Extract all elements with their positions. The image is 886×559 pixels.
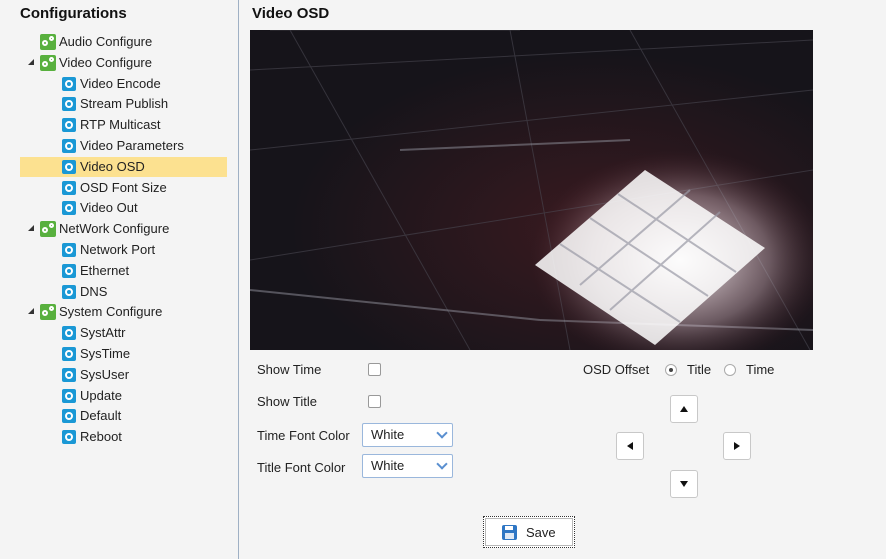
gear-icon bbox=[62, 409, 76, 423]
gear-icon bbox=[62, 243, 76, 257]
offset-up-button[interactable] bbox=[670, 395, 698, 423]
gear-icon bbox=[62, 368, 76, 382]
gears-icon bbox=[40, 34, 56, 50]
time-font-color-select[interactable]: White bbox=[362, 423, 453, 447]
sidebar-item-label: Reboot bbox=[80, 429, 122, 444]
offset-left-button[interactable] bbox=[616, 432, 644, 460]
gear-icon bbox=[62, 326, 76, 340]
title-font-color-select[interactable]: White bbox=[362, 454, 453, 478]
sidebar-item-label: System Configure bbox=[59, 304, 163, 319]
offset-right-button[interactable] bbox=[723, 432, 751, 460]
gear-icon bbox=[62, 285, 76, 299]
gear-icon bbox=[62, 97, 76, 111]
sidebar-item-label: NetWork Configure bbox=[59, 221, 170, 236]
sidebar-item-dns[interactable]: DNS bbox=[0, 282, 230, 302]
gear-icon bbox=[62, 181, 76, 195]
arrow-left-icon bbox=[627, 442, 633, 450]
chevron-down-icon bbox=[436, 427, 448, 439]
sidebar-item-network-configure[interactable]: NetWork Configure bbox=[0, 219, 230, 239]
sidebar-item-label: SystAttr bbox=[80, 325, 126, 340]
arrow-right-icon bbox=[734, 442, 740, 450]
gear-icon bbox=[62, 77, 76, 91]
sidebar-item-video-configure[interactable]: Video Configure bbox=[0, 53, 230, 73]
sidebar-item-label: DNS bbox=[80, 284, 108, 299]
show-time-checkbox[interactable] bbox=[368, 363, 381, 376]
sidebar-item-label: Stream Publish bbox=[80, 96, 169, 111]
sidebar-item-label: Default bbox=[80, 408, 122, 423]
sidebar-item-systime[interactable]: SysTime bbox=[0, 344, 230, 364]
osd-offset-title-label: Title bbox=[687, 362, 712, 377]
gear-icon bbox=[62, 347, 76, 361]
gear-icon bbox=[62, 118, 76, 132]
time-font-color-label: Time Font Color bbox=[257, 428, 350, 443]
sidebar-item-stream-publish[interactable]: Stream Publish bbox=[0, 94, 230, 114]
sidebar-item-ethernet[interactable]: Ethernet bbox=[0, 261, 230, 281]
sidebar-item-label: Network Port bbox=[80, 242, 156, 257]
page-title: Video OSD bbox=[252, 5, 330, 22]
sidebar-item-label: Video OSD bbox=[80, 159, 145, 174]
sidebar-item-label: Video Configure bbox=[59, 55, 152, 70]
save-button[interactable]: Save bbox=[483, 516, 575, 548]
gear-icon bbox=[62, 430, 76, 444]
sidebar-item-label: Audio Configure bbox=[59, 34, 153, 49]
offset-down-button[interactable] bbox=[670, 470, 698, 498]
floppy-disk-icon bbox=[502, 525, 517, 540]
gear-icon bbox=[62, 264, 76, 278]
sidebar-item-label: RTP Multicast bbox=[80, 117, 161, 132]
gear-icon bbox=[62, 139, 76, 153]
sidebar-item-label: Ethernet bbox=[80, 263, 130, 278]
gears-icon bbox=[40, 304, 56, 320]
video-preview bbox=[250, 30, 813, 350]
gear-icon bbox=[62, 201, 76, 215]
sidebar-item-update[interactable]: Update bbox=[0, 386, 230, 406]
sidebar-item-audio-configure[interactable]: Audio Configure bbox=[0, 32, 230, 52]
sidebar: Configurations Audio Configure Video Conf… bbox=[0, 0, 239, 559]
sidebar-item-video-encode[interactable]: Video Encode bbox=[0, 74, 230, 94]
sidebar-item-rtp-multicast[interactable]: RTP Multicast bbox=[0, 115, 230, 135]
gears-icon bbox=[40, 221, 56, 237]
sidebar-item-label: Video Out bbox=[80, 200, 138, 215]
sidebar-item-video-out[interactable]: Video Out bbox=[0, 198, 230, 218]
gears-icon bbox=[40, 55, 56, 71]
sidebar-item-systattr[interactable]: SystAttr bbox=[0, 323, 230, 343]
osd-offset-time-label: Time bbox=[746, 362, 775, 377]
osd-offset-title-radio[interactable] bbox=[665, 364, 677, 376]
sidebar-title: Configurations bbox=[20, 5, 127, 22]
chevron-down-icon bbox=[436, 458, 448, 470]
sidebar-item-reboot[interactable]: Reboot bbox=[0, 427, 230, 447]
expand-caret-icon[interactable] bbox=[28, 225, 34, 231]
camera-image bbox=[250, 30, 813, 350]
show-time-label: Show Time bbox=[257, 362, 322, 377]
arrow-up-icon bbox=[680, 406, 688, 412]
sidebar-item-osd-font-size[interactable]: OSD Font Size bbox=[0, 178, 230, 198]
sidebar-item-default[interactable]: Default bbox=[0, 406, 230, 426]
sidebar-item-video-parameters[interactable]: Video Parameters bbox=[0, 136, 230, 156]
gear-icon bbox=[62, 160, 76, 174]
show-title-checkbox[interactable] bbox=[368, 395, 381, 408]
osd-offset-label: OSD Offset bbox=[583, 362, 650, 377]
sidebar-item-label: SysUser bbox=[80, 367, 130, 382]
sidebar-item-video-osd[interactable]: Video OSD bbox=[20, 157, 227, 177]
expand-caret-icon[interactable] bbox=[28, 59, 34, 65]
sidebar-item-system-configure[interactable]: System Configure bbox=[0, 302, 230, 322]
show-title-label: Show Title bbox=[257, 394, 317, 409]
sidebar-item-label: Update bbox=[80, 388, 122, 403]
arrow-down-icon bbox=[680, 481, 688, 487]
main-panel: Video OSD Show Time Show Title Time Font… bbox=[240, 0, 886, 559]
osd-offset-time-radio[interactable] bbox=[724, 364, 736, 376]
title-font-color-label: Title Font Color bbox=[257, 460, 346, 475]
title-font-color-value: White bbox=[371, 458, 405, 473]
sidebar-item-label: Video Encode bbox=[80, 76, 161, 91]
time-font-color-value: White bbox=[371, 427, 405, 442]
sidebar-item-label: OSD Font Size bbox=[80, 180, 167, 195]
sidebar-item-sysuser[interactable]: SysUser bbox=[0, 365, 230, 385]
sidebar-item-label: Video Parameters bbox=[80, 138, 184, 153]
save-button-label: Save bbox=[526, 525, 556, 540]
sidebar-item-label: SysTime bbox=[80, 346, 131, 361]
gear-icon bbox=[62, 389, 76, 403]
sidebar-item-network-port[interactable]: Network Port bbox=[0, 240, 230, 260]
expand-caret-icon[interactable] bbox=[28, 308, 34, 314]
